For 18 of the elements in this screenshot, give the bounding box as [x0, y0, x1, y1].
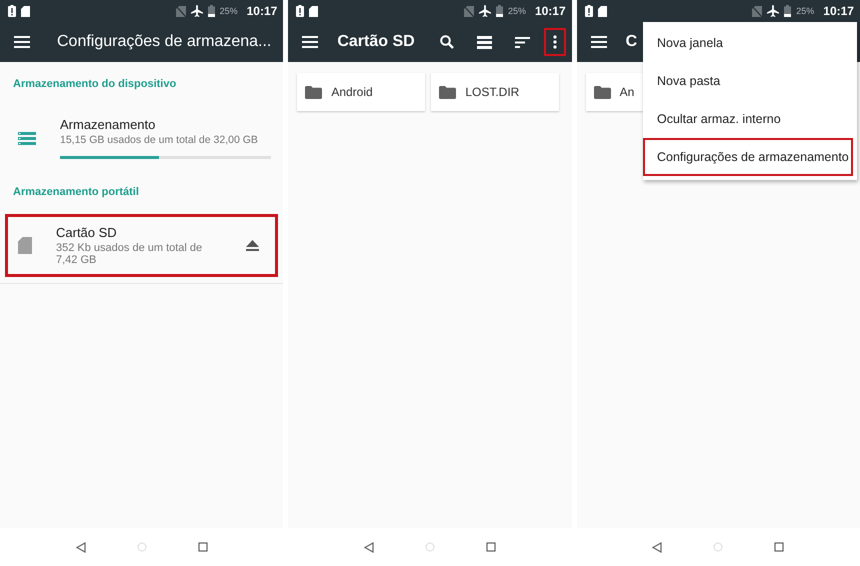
toolbar-title: Configurações de armazena... [57, 33, 272, 51]
storage-usage: 15,15 GB usados de um total de 32,00 GB [60, 134, 259, 146]
clock-time: 10:17 [534, 4, 566, 18]
toolbar-title: Cartão SD [337, 33, 415, 51]
section-header: Armazenamento do dispositivo [12, 77, 178, 92]
clock-time: 10:17 [823, 4, 854, 18]
toolbar-title: C [626, 33, 638, 51]
storage-usage: 352 Kb usados de um total de 7,42 GB [56, 242, 204, 266]
section-header: Armazenamento portátil [12, 185, 140, 200]
storage-title: Cartão SD [56, 225, 118, 240]
battery-percentage: 25% [796, 6, 814, 16]
storage-title: Armazenamento [60, 117, 156, 132]
folder-name: An [620, 85, 634, 99]
clock-time: 10:17 [246, 4, 278, 18]
battery-percentage: 25% [508, 6, 526, 16]
battery-percentage: 25% [220, 6, 238, 16]
folder-name: Android [331, 85, 373, 99]
folder-name: LOST.DIR [465, 85, 520, 99]
